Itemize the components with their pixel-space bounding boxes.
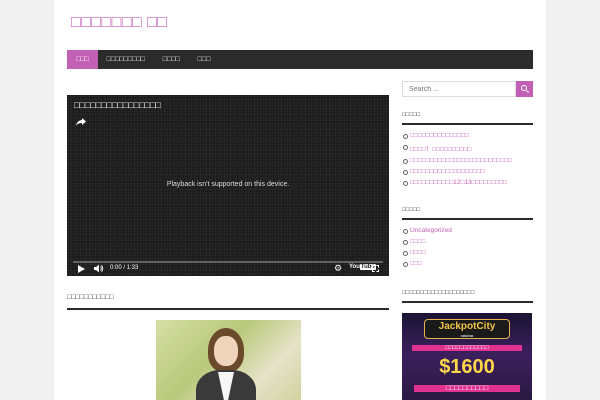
- recent-posts-widget: □□□□□ □□□□□□□□□□□□□□□ □□□□！□□□□□□□□□□ □□…: [402, 112, 533, 190]
- main-content: □□□□□□□□□□□□□□□□ Playback isn't supporte…: [67, 95, 389, 400]
- page: □□□□□□□ □□ □□□ □□□□□□□□□ □□□□ □□□ □□□□□□…: [54, 0, 546, 400]
- category-link[interactable]: □□□: [402, 260, 533, 267]
- recent-post-link[interactable]: □□□□□□□□□□□□□□□□□□□: [402, 168, 533, 175]
- post-image: [156, 320, 301, 400]
- recent-posts-title: □□□□□: [402, 112, 533, 125]
- post-heading[interactable]: □□□□□□□□□□□: [67, 294, 389, 310]
- ad-tagline: □□□□□□□□□□□□: [412, 345, 522, 351]
- recent-post-link[interactable]: □□□□□□□□□□□□□□□□□□□□□□□□□□: [402, 157, 533, 164]
- ad-logo-text: JackpotCity: [438, 321, 496, 332]
- casino-ad-banner[interactable]: JackpotCity casino □□□□□□□□□□□□ $1600 □□□…: [402, 313, 532, 400]
- sidebar: □□□□□ □□□□□□□□□□□□□□□ □□□□！□□□□□□□□□□ □□…: [402, 81, 533, 400]
- categories-list: Uncategorized □□□□ □□□□ □□□: [402, 227, 533, 267]
- ad-bonus: □□□□□□□□□□: [414, 385, 520, 392]
- recent-post-link[interactable]: □□□□！□□□□□□□□□□: [402, 143, 533, 153]
- category-link[interactable]: □□□□: [402, 238, 533, 245]
- ad-widget-title: □□□□□□□□□□□□□□□□□□□□: [402, 290, 533, 303]
- search-form: [402, 81, 533, 97]
- video-time: 0:00 / 1:33: [110, 265, 139, 271]
- post-image-face: [214, 336, 238, 366]
- video-controls: 0:00 / 1:33 ⚙ YouTube: [67, 262, 389, 276]
- nav-item-home[interactable]: □□□: [67, 50, 98, 69]
- share-icon[interactable]: [75, 117, 87, 127]
- search-button[interactable]: [516, 81, 533, 97]
- categories-widget: □□□□□ Uncategorized □□□□ □□□□ □□□: [402, 207, 533, 271]
- recent-post-link[interactable]: □□□□□□□□□□□□□□□: [402, 132, 533, 139]
- site-title[interactable]: □□□□□□□ □□: [71, 14, 167, 32]
- nav-item-3[interactable]: □□□□: [154, 50, 189, 69]
- video-player[interactable]: □□□□□□□□□□□□□□□□ Playback isn't supporte…: [67, 95, 389, 276]
- categories-title: □□□□□: [402, 207, 533, 220]
- video-title[interactable]: □□□□□□□□□□□□□□□□: [74, 100, 161, 110]
- playback-message: Playback isn't supported on this device.: [166, 181, 290, 188]
- fullscreen-icon[interactable]: [372, 265, 379, 272]
- search-input[interactable]: [402, 81, 516, 97]
- nav-item-2[interactable]: □□□□□□□□□: [98, 50, 154, 69]
- recent-posts-list: □□□□□□□□□□□□□□□ □□□□！□□□□□□□□□□ □□□□□□□□…: [402, 132, 533, 186]
- youtube-logo-text: You: [349, 264, 360, 270]
- search-icon-handle: [525, 90, 530, 94]
- ad-amount: $1600: [439, 356, 495, 378]
- volume-icon[interactable]: [94, 264, 104, 273]
- ad-widget: □□□□□□□□□□□□□□□□□□□□ JackpotCity casino □…: [402, 290, 533, 400]
- ad-logo-sub: casino: [460, 333, 474, 338]
- play-icon[interactable]: [78, 265, 85, 273]
- category-link[interactable]: Uncategorized: [402, 227, 533, 234]
- main-navigation: □□□ □□□□□□□□□ □□□□ □□□: [67, 50, 533, 69]
- nav-item-4[interactable]: □□□: [189, 50, 220, 69]
- gear-icon[interactable]: ⚙: [334, 263, 342, 274]
- category-link[interactable]: □□□□: [402, 249, 533, 256]
- recent-post-link[interactable]: □□□□□□□□□□□12□13□□□□□□□□□: [402, 179, 533, 186]
- ad-logo: JackpotCity casino: [424, 319, 510, 339]
